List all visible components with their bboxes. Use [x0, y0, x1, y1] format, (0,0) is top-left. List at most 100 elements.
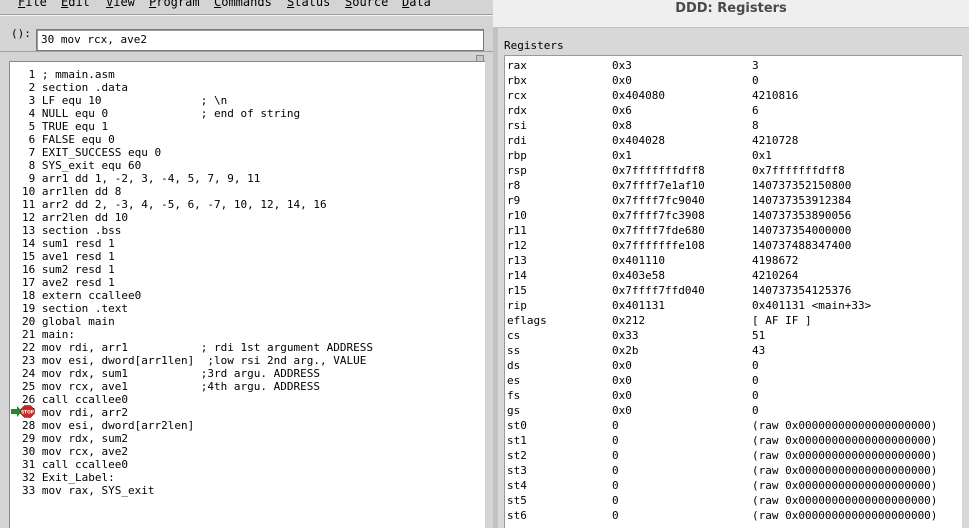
argument-input[interactable]: 30 mov rcx, ave2 — [36, 29, 484, 51]
argument-label: (): — [11, 27, 31, 40]
register-row[interactable]: eflags 0x212 [ AF IF ] — [505, 313, 963, 328]
register-row[interactable]: rcx 0x404080 4210816 — [505, 88, 963, 103]
register-row[interactable]: rip 0x401131 0x401131 <main+33> — [505, 298, 963, 313]
register-name: r8 — [507, 179, 521, 192]
source-line[interactable]: 29 mov rdx, sum2 — [22, 432, 373, 445]
source-line[interactable]: 33 mov rax, SYS_exit — [22, 484, 373, 497]
source-line[interactable]: 31 call ccallee0 — [22, 458, 373, 471]
source-line[interactable]: 15 ave1 resd 1 — [22, 250, 373, 263]
source-line[interactable]: 3 LF equ 10 ; \n — [22, 94, 373, 107]
register-row[interactable]: st2 0 (raw 0x00000000000000000000) — [505, 448, 963, 463]
register-row[interactable]: rsp 0x7fffffffdff8 0x7fffffffdff8 — [505, 163, 963, 178]
register-name: ds — [507, 359, 521, 372]
registers-titlebar[interactable]: DDD: Registers — [493, 0, 969, 28]
source-line[interactable]: 32 Exit_Label: — [22, 471, 373, 484]
breakpoint-marker[interactable]: STOP — [11, 405, 37, 418]
source-line[interactable]: 4 NULL equ 0 ; end of string — [22, 107, 373, 120]
register-natural-value: 4210816 — [752, 89, 799, 102]
menu-program[interactable]: Program — [149, 0, 200, 9]
register-row[interactable]: cs 0x33 51 — [505, 328, 963, 343]
register-natural-value: 0 — [752, 74, 759, 87]
source-line[interactable]: 9 arr1 dd 1, -2, 3, -4, 5, 7, 9, 11 — [22, 172, 373, 185]
source-line[interactable]: 24 mov rdx, sum1 ;3rd argu. ADDRESS — [22, 367, 373, 380]
register-natural-value: 140737354000000 — [752, 224, 852, 237]
register-row[interactable]: rdx 0x6 6 — [505, 103, 963, 118]
source-line[interactable]: 30 mov rcx, ave2 — [22, 445, 373, 458]
source-line[interactable]: 5 TRUE equ 1 — [22, 120, 373, 133]
source-line[interactable]: 16 sum2 resd 1 — [22, 263, 373, 276]
source-line[interactable]: 25 mov rcx, ave1 ;4th argu. ADDRESS — [22, 380, 373, 393]
register-natural-value: 4210264 — [752, 269, 799, 282]
register-row[interactable]: es 0x0 0 — [505, 373, 963, 388]
register-row[interactable]: r12 0x7fffffffe108 140737488347400 — [505, 238, 963, 253]
register-row[interactable]: rdi 0x404028 4210728 — [505, 133, 963, 148]
menu-source[interactable]: Source — [345, 0, 388, 9]
register-natural-value: 140737354125376 — [752, 284, 852, 297]
registers-table[interactable]: rax 0x3 3 rbx 0x0 0 rcx 0x404080 4210816 rdx 0x6 6 r… — [504, 55, 962, 528]
menu-status[interactable]: Status — [287, 0, 330, 9]
source-line[interactable]: 12 arr2len dd 10 — [22, 211, 373, 224]
register-name: gs — [507, 404, 521, 417]
menu-data[interactable]: Data — [402, 0, 431, 9]
register-name: rbp — [507, 149, 527, 162]
register-row[interactable]: rsi 0x8 8 — [505, 118, 963, 133]
menu-file[interactable]: File — [18, 0, 47, 9]
source-line[interactable]: 17 ave2 resd 1 — [22, 276, 373, 289]
source-line[interactable]: 26 call ccallee0 — [22, 393, 373, 406]
source-line[interactable]: 23 mov esi, dword[arr1len] ;low rsi 2nd … — [22, 354, 373, 367]
register-row[interactable]: st3 0 (raw 0x00000000000000000000) — [505, 463, 963, 478]
register-row[interactable]: st0 0 (raw 0x00000000000000000000) — [505, 418, 963, 433]
register-row[interactable]: r8 0x7ffff7e1af10 140737352150800 — [505, 178, 963, 193]
menu-edit[interactable]: Edit — [61, 0, 90, 9]
register-hex-value: 0 — [612, 434, 619, 447]
register-row[interactable]: r10 0x7ffff7fc3908 140737353890056 — [505, 208, 963, 223]
register-row[interactable]: st5 0 (raw 0x00000000000000000000) — [505, 493, 963, 508]
source-line[interactable]: 18 extern ccallee0 — [22, 289, 373, 302]
register-row[interactable]: r14 0x403e58 4210264 — [505, 268, 963, 283]
register-row[interactable]: ss 0x2b 43 — [505, 343, 963, 358]
register-row[interactable]: st1 0 (raw 0x00000000000000000000) — [505, 433, 963, 448]
menu-view[interactable]: View — [106, 0, 135, 9]
register-row[interactable]: r9 0x7ffff7fc9040 140737353912384 — [505, 193, 963, 208]
source-window[interactable]: 1 ; mmain.asm 2 section .data 3 LF equ 1… — [9, 61, 485, 528]
source-line[interactable]: 20 global main — [22, 315, 373, 328]
source-line[interactable]: 28 mov esi, dword[arr2len] — [22, 419, 373, 432]
source-line[interactable]: 13 section .bss — [22, 224, 373, 237]
source-line[interactable]: 27 mov rdi, arr2 — [22, 406, 373, 419]
source-line[interactable]: 19 section .text — [22, 302, 373, 315]
toolbar-separator — [0, 51, 493, 61]
register-hex-value: 0x404080 — [612, 89, 665, 102]
register-hex-value: 0 — [612, 494, 619, 507]
register-row[interactable]: gs 0x0 0 — [505, 403, 963, 418]
source-line[interactable]: 10 arr1len dd 8 — [22, 185, 373, 198]
register-name: eflags — [507, 314, 547, 327]
source-line[interactable]: 11 arr2 dd 2, -3, 4, -5, 6, -7, 10, 12, … — [22, 198, 373, 211]
source-line[interactable]: 7 EXIT_SUCCESS equ 0 — [22, 146, 373, 159]
register-row[interactable]: ds 0x0 0 — [505, 358, 963, 373]
menu-commands[interactable]: Commands — [214, 0, 272, 9]
register-hex-value: 0x7ffff7ffd040 — [612, 284, 705, 297]
register-row[interactable]: rbp 0x1 0x1 — [505, 148, 963, 163]
source-line[interactable]: 1 ; mmain.asm — [22, 68, 373, 81]
register-row[interactable]: st6 0 (raw 0x00000000000000000000) — [505, 508, 963, 523]
source-line[interactable]: 14 sum1 resd 1 — [22, 237, 373, 250]
window-edge — [493, 28, 498, 528]
source-line[interactable]: 8 SYS_exit equ 60 — [22, 159, 373, 172]
source-line[interactable]: 21 main: — [22, 328, 373, 341]
register-hex-value: 0x401110 — [612, 254, 665, 267]
source-line[interactable]: 2 section .data — [22, 81, 373, 94]
register-row[interactable]: fs 0x0 0 — [505, 388, 963, 403]
register-hex-value: 0 — [612, 509, 619, 522]
register-row[interactable]: r15 0x7ffff7ffd040 140737354125376 — [505, 283, 963, 298]
source-line[interactable]: 22 mov rdi, arr1 ; rdi 1st argument ADDR… — [22, 341, 373, 354]
menu-bar: File Edit View Program Commands Status S… — [0, 0, 493, 13]
register-row[interactable]: rbx 0x0 0 — [505, 73, 963, 88]
register-hex-value: 0 — [612, 464, 619, 477]
register-row[interactable]: r11 0x7ffff7fde680 140737354000000 — [505, 223, 963, 238]
register-row[interactable]: r13 0x401110 4198672 — [505, 253, 963, 268]
register-natural-value: 43 — [752, 344, 766, 357]
register-name: st1 — [507, 434, 527, 447]
register-row[interactable]: rax 0x3 3 — [505, 58, 963, 73]
register-row[interactable]: st4 0 (raw 0x00000000000000000000) — [505, 478, 963, 493]
source-line[interactable]: 6 FALSE equ 0 — [22, 133, 373, 146]
